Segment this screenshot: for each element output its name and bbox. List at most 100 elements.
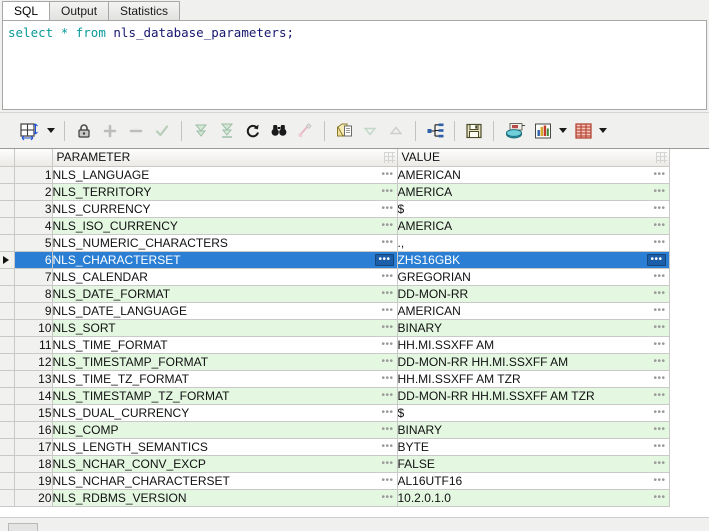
cell-expand-icon[interactable]: ••• (381, 305, 393, 316)
cell-expand-icon[interactable]: ••• (653, 475, 665, 486)
filter-down-button[interactable] (357, 118, 383, 144)
cell-value[interactable]: AMERICA ••• (397, 217, 670, 235)
cell-expand-icon[interactable]: ••• (381, 390, 393, 401)
cell-value[interactable]: BINARY ••• (397, 319, 670, 337)
column-resize-grip-value[interactable] (655, 152, 667, 163)
cell-expand-icon[interactable]: ••• (381, 186, 393, 197)
cell-parameter[interactable]: NLS_LENGTH_SEMANTICS ••• (52, 438, 398, 456)
cell-parameter[interactable]: NLS_TIMESTAMP_FORMAT ••• (52, 353, 398, 371)
cell-parameter[interactable]: NLS_LANGUAGE ••• (52, 166, 398, 184)
cell-expand-icon[interactable]: ••• (653, 322, 665, 333)
table-row[interactable]: 17 NLS_LENGTH_SEMANTICS ••• BYTE ••• (0, 438, 670, 456)
row-gutter[interactable] (0, 472, 15, 490)
row-gutter[interactable] (0, 268, 15, 286)
table-row[interactable]: 20 NLS_RDBMS_VERSION ••• 10.2.0.1.0 ••• (0, 489, 670, 507)
cell-value[interactable]: FALSE ••• (397, 455, 670, 473)
row-gutter[interactable] (0, 387, 15, 405)
row-gutter[interactable] (0, 200, 15, 218)
cell-expand-icon[interactable]: ••• (381, 288, 393, 299)
table-row[interactable]: 13 NLS_TIME_TZ_FORMAT ••• HH.MI.SSXFF AM TZ… (0, 370, 670, 388)
row-gutter[interactable] (0, 353, 15, 371)
cell-parameter[interactable]: NLS_ISO_CURRENCY ••• (52, 217, 398, 235)
cell-parameter[interactable]: NLS_TERRITORY ••• (52, 183, 398, 201)
cell-expand-icon[interactable]: ••• (653, 186, 665, 197)
cell-value[interactable]: AMERICAN ••• (397, 166, 670, 184)
row-gutter[interactable] (0, 302, 15, 320)
explain-plan-button[interactable] (422, 118, 448, 144)
cell-value[interactable]: HH.MI.SSXFF AM TZR ••• (397, 370, 670, 388)
table-row[interactable]: 3 NLS_CURRENCY ••• $ ••• (0, 200, 670, 218)
cell-expand-icon[interactable]: ••• (653, 237, 665, 248)
cell-value[interactable]: ZHS16GBK ••• (397, 251, 670, 269)
column-header-value[interactable]: VALUE (397, 149, 670, 167)
cell-value[interactable]: DD-MON-RR HH.MI.SSXFF AM TZR ••• (397, 387, 670, 405)
table-row[interactable]: 1 NLS_LANGUAGE ••• AMERICAN ••• (0, 166, 670, 184)
clear-filter-button[interactable] (292, 118, 318, 144)
row-gutter[interactable] (0, 285, 15, 303)
cell-expand-icon[interactable]: ••• (647, 253, 666, 266)
cell-expand-icon[interactable]: ••• (653, 441, 665, 452)
cell-expand-icon[interactable]: ••• (653, 339, 665, 350)
result-grid[interactable]: PARAMETER VALUE 1 NLS_LANGUAGE ••• AMERICAN… (0, 148, 709, 531)
table-row[interactable]: 12 NLS_TIMESTAMP_FORMAT ••• DD-MON-RR HH.MI… (0, 353, 670, 371)
table-row[interactable]: 16 NLS_COMP ••• BINARY ••• (0, 421, 670, 439)
cell-parameter[interactable]: NLS_TIMESTAMP_TZ_FORMAT ••• (52, 387, 398, 405)
table-row[interactable]: 6 NLS_CHARACTERSET ••• ZHS16GBK ••• (0, 251, 670, 269)
cell-expand-icon[interactable]: ••• (381, 475, 393, 486)
single-record-view-button[interactable] (570, 118, 596, 144)
table-row[interactable]: 4 NLS_ISO_CURRENCY ••• AMERICA ••• (0, 217, 670, 235)
sql-editor[interactable]: select * from nls_database_parameters; (2, 20, 707, 110)
cell-expand-icon[interactable]: ••• (653, 220, 665, 231)
table-row[interactable]: 2 NLS_TERRITORY ••• AMERICA ••• (0, 183, 670, 201)
cell-value[interactable]: GREGORIAN ••• (397, 268, 670, 286)
cell-expand-icon[interactable]: ••• (381, 441, 393, 452)
cell-parameter[interactable]: NLS_NUMERIC_CHARACTERS ••• (52, 234, 398, 252)
cell-value[interactable]: $ ••• (397, 200, 670, 218)
row-gutter[interactable] (0, 166, 15, 184)
cell-parameter[interactable]: NLS_CURRENCY ••• (52, 200, 398, 218)
cell-value[interactable]: 10.2.0.1.0 ••• (397, 489, 670, 507)
row-gutter[interactable] (0, 438, 15, 456)
cell-expand-icon[interactable]: ••• (381, 169, 393, 180)
cell-expand-icon[interactable]: ••• (653, 169, 665, 180)
cell-expand-icon[interactable]: ••• (653, 271, 665, 282)
cell-expand-icon[interactable]: ••• (653, 203, 665, 214)
cell-value[interactable]: AMERICAN ••• (397, 302, 670, 320)
cell-expand-icon[interactable]: ••• (381, 458, 393, 469)
tab-sql[interactable]: SQL (2, 1, 51, 20)
row-gutter[interactable] (0, 404, 15, 422)
copy-to-clipboard-button[interactable] (331, 118, 357, 144)
cell-expand-icon[interactable]: ••• (381, 220, 393, 231)
chart-dropdown[interactable] (556, 118, 570, 144)
table-row[interactable]: 8 NLS_DATE_FORMAT ••• DD-MON-RR ••• (0, 285, 670, 303)
table-row[interactable]: 15 NLS_DUAL_CURRENCY ••• $ ••• (0, 404, 670, 422)
save-button[interactable] (461, 118, 487, 144)
cell-expand-icon[interactable]: ••• (653, 288, 665, 299)
find-button[interactable] (266, 118, 292, 144)
row-gutter[interactable] (0, 234, 15, 252)
row-gutter[interactable] (0, 370, 15, 388)
cell-value[interactable]: $ ••• (397, 404, 670, 422)
grid-layout-button[interactable] (14, 118, 44, 144)
row-gutter[interactable] (0, 489, 15, 507)
cell-expand-icon[interactable]: ••• (381, 424, 393, 435)
cell-parameter[interactable]: NLS_CHARACTERSET ••• (52, 251, 398, 269)
cell-expand-icon[interactable]: ••• (653, 373, 665, 384)
cell-expand-icon[interactable]: ••• (381, 339, 393, 350)
row-gutter[interactable] (0, 183, 15, 201)
cell-expand-icon[interactable]: ••• (653, 390, 665, 401)
cell-parameter[interactable]: NLS_COMP ••• (52, 421, 398, 439)
row-gutter[interactable] (0, 336, 15, 354)
cell-expand-icon[interactable]: ••• (653, 407, 665, 418)
row-gutter[interactable] (0, 251, 15, 269)
cell-value[interactable]: DD-MON-RR HH.MI.SSXFF AM ••• (397, 353, 670, 371)
table-row[interactable]: 19 NLS_NCHAR_CHARACTERSET ••• AL16UTF16 ••• (0, 472, 670, 490)
cell-expand-icon[interactable]: ••• (375, 253, 394, 266)
filter-up-button[interactable] (383, 118, 409, 144)
cell-parameter[interactable]: NLS_TIME_TZ_FORMAT ••• (52, 370, 398, 388)
chart-button[interactable] (530, 118, 556, 144)
cell-expand-icon[interactable]: ••• (653, 458, 665, 469)
cell-parameter[interactable]: NLS_DATE_LANGUAGE ••• (52, 302, 398, 320)
row-gutter[interactable] (0, 217, 15, 235)
cell-value[interactable]: AMERICA ••• (397, 183, 670, 201)
